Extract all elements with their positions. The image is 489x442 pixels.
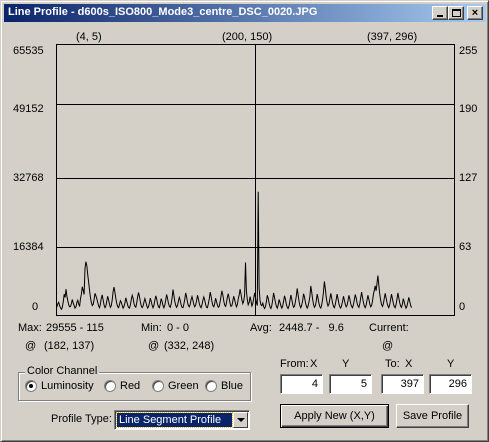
close-button[interactable]: ×: [467, 6, 483, 20]
right-axis-tick: 255: [459, 45, 478, 57]
blue-radio[interactable]: [205, 380, 217, 392]
right-axis-tick: 63: [459, 241, 472, 253]
close-icon: ×: [471, 7, 479, 19]
right-axis-tick: 0: [459, 301, 466, 313]
max-position: (182, 137): [44, 340, 95, 352]
profile-mid-coord: (200, 150): [222, 31, 273, 43]
from-y-input[interactable]: 5: [329, 374, 372, 394]
apply-new-xy-button[interactable]: Apply New (X,Y): [280, 404, 389, 428]
to-x-label: X: [405, 358, 413, 370]
color-channel-group: Color Channel Luminosity Red Green Blue: [18, 365, 251, 401]
save-profile-button[interactable]: Save Profile: [396, 404, 469, 428]
to-y-input[interactable]: 296: [429, 374, 472, 394]
profile-chart: [56, 44, 455, 316]
profile-type-select[interactable]: Line Segment Profile: [114, 410, 250, 430]
profile-plot[interactable]: [56, 44, 455, 316]
left-axis-tick: 49152: [13, 103, 44, 115]
luminosity-radio-label[interactable]: Luminosity: [41, 380, 94, 392]
to-label: To:: [385, 358, 400, 370]
right-axis-tick: 127: [459, 172, 478, 184]
green-radio-label[interactable]: Green: [168, 380, 199, 392]
max-label: Max:: [18, 322, 42, 334]
to-y-label: Y: [447, 358, 455, 370]
title-bar[interactable]: Line Profile - d600s_ISO800_Mode3_centre…: [4, 4, 486, 22]
minimize-icon: [437, 15, 443, 17]
from-label: From:: [280, 358, 309, 370]
chevron-down-icon[interactable]: [233, 412, 248, 428]
max-at-symbol: @: [25, 340, 37, 352]
to-x-input[interactable]: 397: [381, 374, 424, 394]
left-axis-tick: 0: [32, 301, 39, 313]
avg-value: 2448.7 - 9.6: [279, 322, 344, 334]
current-label: Current:: [369, 322, 409, 334]
current-at-symbol: @: [382, 340, 394, 352]
left-axis-tick: 32768: [13, 172, 44, 184]
min-at-symbol: @: [148, 340, 160, 352]
profile-end-coord: (397, 296): [367, 31, 418, 43]
red-radio[interactable]: [104, 380, 116, 392]
blue-radio-label[interactable]: Blue: [221, 380, 243, 392]
min-label: Min:: [141, 322, 162, 334]
min-value: 0 - 0: [167, 322, 190, 334]
maximize-button[interactable]: [448, 6, 464, 20]
red-radio-label[interactable]: Red: [120, 380, 140, 392]
profile-type-value: Line Segment Profile: [116, 412, 233, 428]
left-axis-tick: 16384: [13, 241, 44, 253]
luminosity-radio[interactable]: [25, 380, 37, 392]
maximize-icon: [452, 9, 461, 17]
min-position: (332, 248): [164, 340, 215, 352]
line-profile-window: Line Profile - d600s_ISO800_Mode3_centre…: [0, 0, 489, 442]
from-y-label: Y: [342, 358, 350, 370]
profile-type-label: Profile Type:: [51, 413, 112, 425]
window-title: Line Profile - d600s_ISO800_Mode3_centre…: [8, 6, 318, 18]
from-x-input[interactable]: 4: [280, 374, 323, 394]
from-x-label: X: [310, 358, 318, 370]
left-axis-tick: 65535: [13, 45, 44, 57]
green-radio[interactable]: [152, 380, 164, 392]
avg-label: Avg:: [250, 322, 272, 334]
minimize-button[interactable]: [432, 6, 448, 20]
right-axis-tick: 190: [459, 103, 478, 115]
color-channel-legend: Color Channel: [25, 365, 100, 377]
max-value: 29555 - 115: [46, 322, 104, 334]
profile-start-coord: (4, 5): [76, 31, 102, 43]
